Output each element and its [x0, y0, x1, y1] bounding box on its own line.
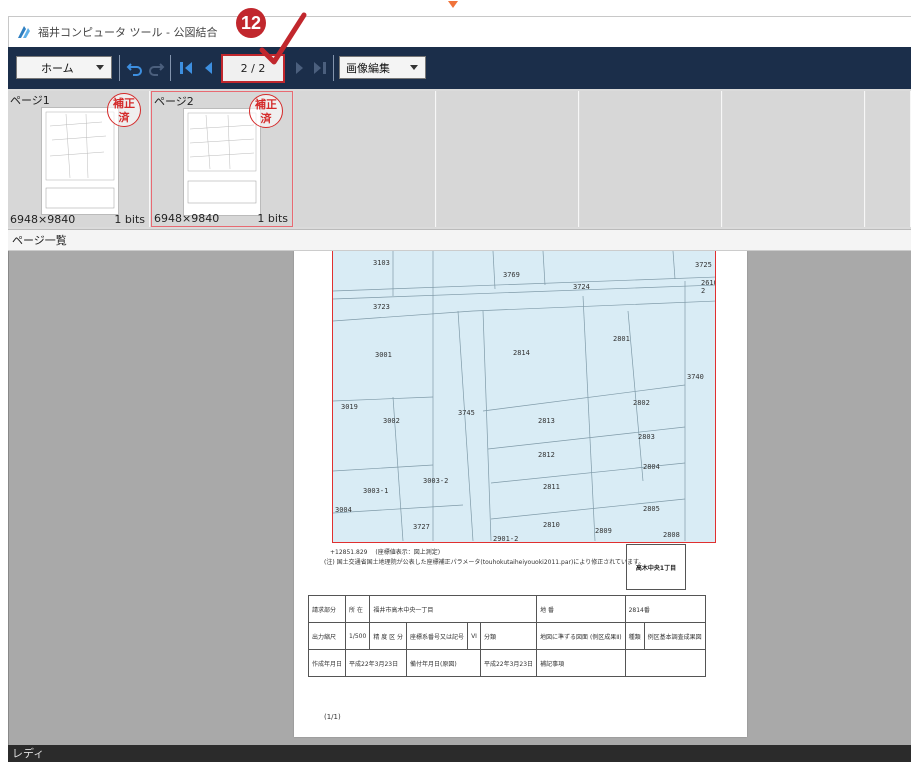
- thumbnail-page-2[interactable]: ページ2 補正 済 6948×9840 1 bits: [151, 91, 293, 227]
- lot-number: 3745: [458, 409, 475, 417]
- lot-number: 2808: [663, 531, 680, 539]
- lot-number: 2809: [595, 527, 612, 535]
- lot-number: 2813: [538, 417, 555, 425]
- top-arrow-indicator: [0, 0, 911, 16]
- lot-number: 2814: [513, 349, 530, 357]
- document-page: 3103 3769 3724 3725 2610-2 3723 3001 2814 2801 37…: [294, 251, 747, 737]
- status-bar: レディ: [8, 745, 911, 762]
- correction-note: (注) 国土交通省国土地理院が公表した座標補正パラメータ(touhokutaih…: [324, 559, 645, 566]
- page-number: (1/1): [324, 713, 341, 721]
- page-list-header: ページ一覧: [8, 229, 911, 251]
- lot-number: 3003-2: [423, 477, 449, 485]
- thumbnail-empty-slot: [866, 91, 911, 227]
- bit-depth: 1 bits: [114, 213, 145, 226]
- lot-number: 3724: [573, 283, 590, 291]
- redo-icon[interactable]: [146, 58, 166, 78]
- thumbnail-strip: ページ1 補正 済 6948×9840 1 bits ページ2 補正 済 694…: [8, 89, 911, 229]
- document-info-table: 請求部分 所 在 福井市高木中央一丁目 地 番 2814番 出力縮尺 1/500…: [307, 595, 706, 677]
- lot-number: 3003-1: [363, 487, 389, 495]
- image-size: 6948×9840: [10, 213, 76, 226]
- bit-depth: 1 bits: [257, 212, 288, 225]
- lot-number: 2804: [643, 463, 660, 471]
- step-callout: 12: [236, 8, 271, 43]
- lot-number: 3001: [375, 351, 392, 359]
- undo-icon[interactable]: [125, 58, 145, 78]
- lot-number: 3002: [383, 417, 400, 425]
- lot-number: 3723: [373, 303, 390, 311]
- image-size: 6948×9840: [154, 212, 220, 225]
- toolbar: ホーム 2 / 2 画像編集: [8, 47, 911, 89]
- home-dropdown[interactable]: ホーム: [16, 56, 112, 79]
- lot-number: 2801: [613, 335, 630, 343]
- first-page-icon[interactable]: [176, 58, 196, 78]
- last-page-icon[interactable]: [310, 58, 330, 78]
- app-icon: [18, 26, 30, 38]
- lot-number: 2812: [538, 451, 555, 459]
- lot-number: 3727: [413, 523, 430, 531]
- lot-number: 2610-2: [701, 279, 715, 295]
- status-text: レディ: [12, 747, 45, 760]
- thumbnail-empty-slot: [437, 91, 579, 227]
- home-dropdown-label: ホーム: [41, 61, 74, 75]
- thumbnail-label: ページ2: [154, 95, 194, 108]
- corrected-stamp: 補正 済: [107, 93, 141, 127]
- lot-number: 3103: [373, 259, 390, 267]
- thumbnail-empty-slot: [723, 91, 865, 227]
- document-viewer[interactable]: 3103 3769 3724 3725 2610-2 3723 3001 2814 2801 37…: [8, 251, 911, 745]
- chevron-down-icon: [410, 65, 418, 70]
- title-bar: 福井コンピュータ ツール - 公図結合: [8, 16, 911, 47]
- thumbnail-empty-slot: [294, 91, 436, 227]
- step-number: 12: [236, 8, 266, 38]
- lot-number: 2810: [543, 521, 560, 529]
- coordinate-note: +12851.829 (座標値表示：図上測定): [330, 549, 441, 556]
- lot-number: 3004: [335, 506, 352, 514]
- lot-number: 2805: [643, 505, 660, 513]
- lot-number: 3725: [695, 261, 712, 269]
- thumbnail-page-1[interactable]: ページ1 補正 済 6948×9840 1 bits: [8, 91, 150, 227]
- lot-number: 3019: [341, 403, 358, 411]
- image-edit-dropdown-label: 画像編集: [346, 61, 390, 75]
- cadastral-map: 3103 3769 3724 3725 2610-2 3723 3001 2814 2801 37…: [332, 251, 716, 543]
- lot-number: 3740: [687, 373, 704, 381]
- area-stamp: 高木中央1丁目: [626, 544, 686, 590]
- corrected-stamp: 補正 済: [249, 94, 283, 128]
- previous-page-icon[interactable]: [198, 58, 218, 78]
- image-edit-dropdown[interactable]: 画像編集: [339, 56, 426, 79]
- down-arrow-icon: [448, 1, 458, 8]
- lot-number: 2803: [638, 433, 655, 441]
- toolbar-separator: [333, 55, 334, 81]
- lot-number: 3769: [503, 271, 520, 279]
- thumbnail-empty-slot: [580, 91, 722, 227]
- toolbar-separator: [170, 55, 171, 81]
- lot-number: 2901-2: [493, 535, 519, 543]
- lot-number: 2811: [543, 483, 560, 491]
- window-title: 福井コンピュータ ツール - 公図結合: [38, 26, 218, 39]
- lot-number: 2802: [633, 399, 650, 407]
- toolbar-separator: [119, 55, 120, 81]
- chevron-down-icon: [96, 65, 104, 70]
- thumbnail-label: ページ1: [10, 94, 50, 107]
